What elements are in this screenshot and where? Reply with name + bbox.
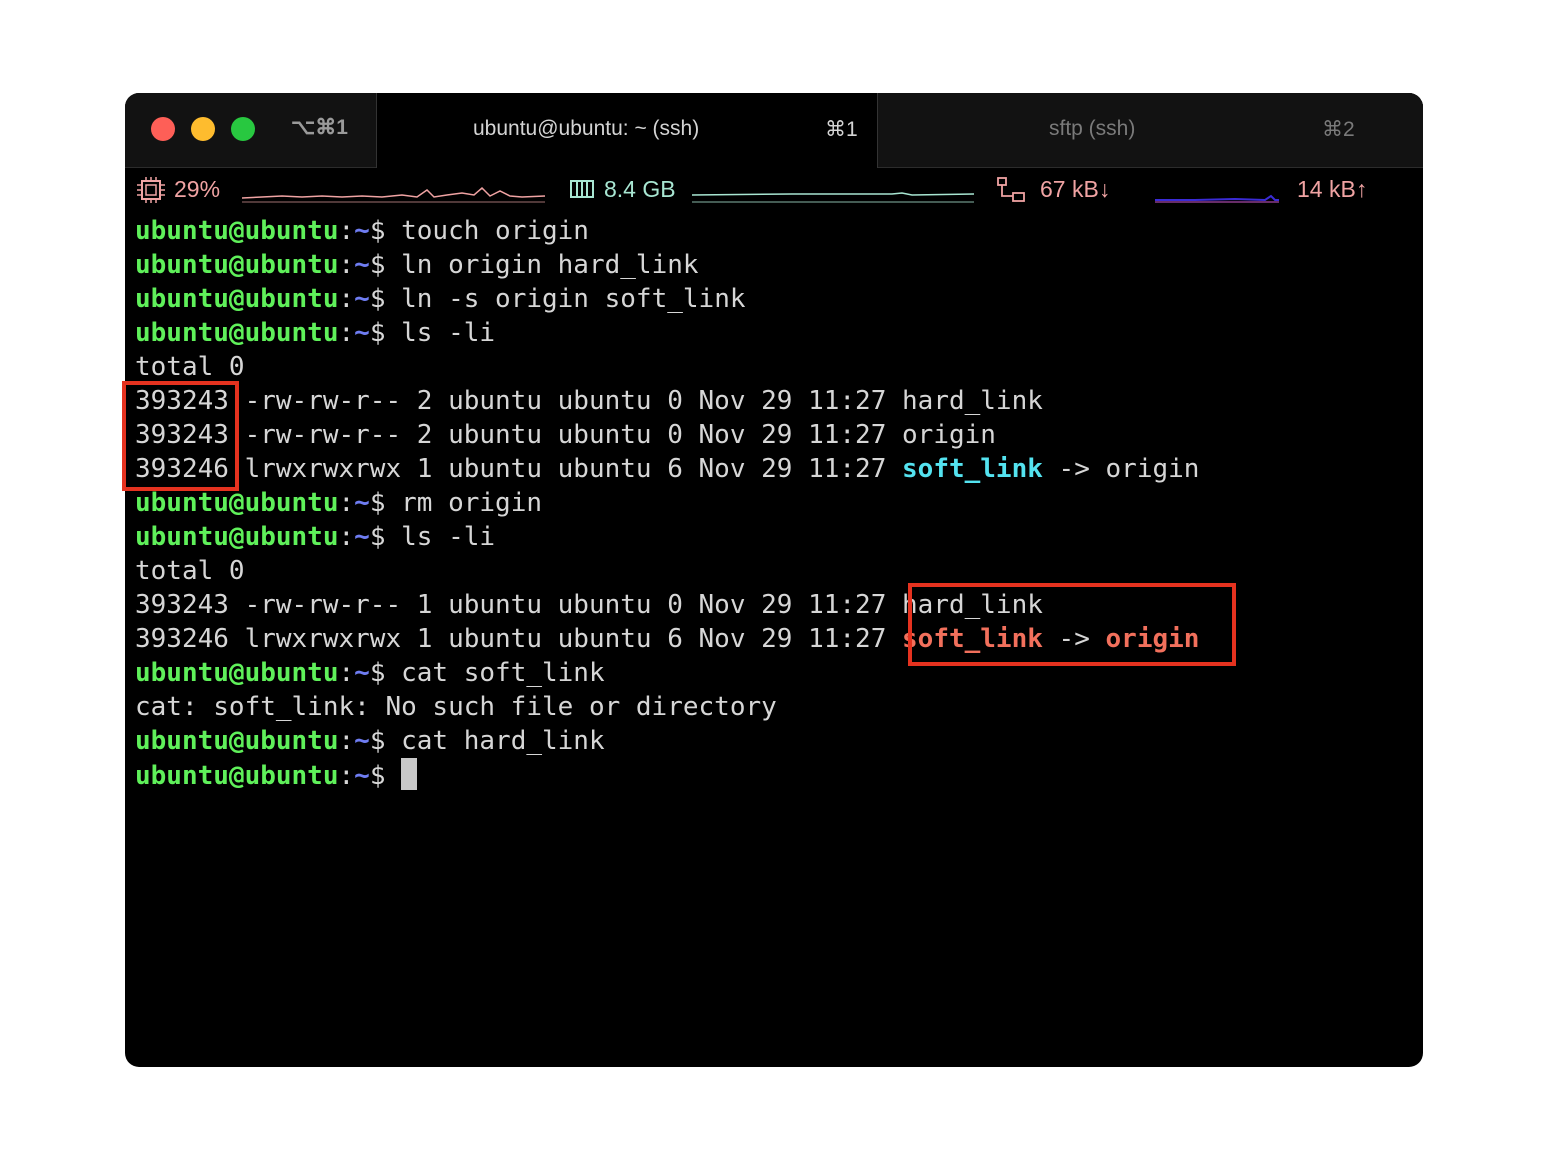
prompt-colon: :: [338, 216, 355, 246]
prompt-symbol: $: [369, 250, 402, 280]
file-attributes: -rw-rw-r-- 2 ubuntu ubuntu 0 Nov 29 11:2…: [228, 386, 903, 416]
prompt-symbol: $: [369, 284, 402, 314]
prompt-path: ~: [354, 726, 370, 756]
ls-entry: 393243 -rw-rw-r-- 2 ubuntu ubuntu 0 Nov …: [135, 418, 1415, 452]
prompt-user: ubuntu@ubuntu: [135, 284, 339, 314]
output-text: total 0: [135, 352, 245, 382]
prompt-user: ubuntu@ubuntu: [135, 761, 339, 791]
command-text: ln origin hard_link: [401, 250, 699, 280]
prompt-user: ubuntu@ubuntu: [135, 658, 339, 688]
output-text: cat: soft_link: No such file or director…: [135, 692, 777, 722]
command-text: cat soft_link: [401, 658, 605, 688]
net-upload-rate: 14 kB↑: [1297, 176, 1368, 202]
prompt-colon: :: [338, 250, 355, 280]
window-shortcut: ⌥⌘1: [291, 116, 348, 139]
memory-usage: 8.4 GB: [604, 176, 676, 202]
terminal-output[interactable]: ubuntu@ubuntu:~$ touch origin ubuntu@ubun…: [135, 214, 1415, 792]
file-attributes: lrwxrwxrwx 1 ubuntu ubuntu 6 Nov 29 11:2…: [228, 624, 903, 654]
command-text: ls -li: [401, 522, 496, 552]
prompt-path: ~: [354, 216, 370, 246]
terminal-window: ⌥⌘1 ubuntu@ubuntu: ~ (ssh) ⌘1 sftp (ssh)…: [125, 93, 1423, 1067]
prompt-user: ubuntu@ubuntu: [135, 318, 339, 348]
memory-graph: [692, 192, 974, 203]
prompt-user: ubuntu@ubuntu: [135, 488, 339, 518]
minimize-window-button[interactable]: [191, 117, 215, 141]
output-line: total 0: [135, 350, 1415, 384]
title-bar: ⌥⌘1 ubuntu@ubuntu: ~ (ssh) ⌘1 sftp (ssh)…: [125, 93, 1423, 168]
net-download-rate: 67 kB↓: [1040, 176, 1111, 202]
prompt-user: ubuntu@ubuntu: [135, 726, 339, 756]
prompt-user: ubuntu@ubuntu: [135, 216, 339, 246]
prompt-symbol: $: [369, 726, 402, 756]
command-line: ubuntu@ubuntu:~$ ln -s origin soft_link: [135, 282, 1415, 316]
prompt-user: ubuntu@ubuntu: [135, 250, 339, 280]
prompt-path: ~: [354, 318, 370, 348]
prompt-colon: :: [338, 522, 355, 552]
ls-entry: 393246 lrwxrwxrwx 1 ubuntu ubuntu 6 Nov …: [135, 452, 1415, 486]
memory-icon: [570, 180, 594, 198]
ls-entry: 393243 -rw-rw-r-- 2 ubuntu ubuntu 0 Nov …: [135, 384, 1415, 418]
tab-sftp[interactable]: sftp (ssh) ⌘2: [878, 93, 1423, 167]
file-attributes: lrwxrwxrwx 1 ubuntu ubuntu 6 Nov 29 11:2…: [228, 454, 903, 484]
prompt-path: ~: [354, 761, 370, 791]
prompt-symbol: $: [369, 761, 402, 791]
prompt-symbol: $: [369, 216, 402, 246]
file-name: origin: [902, 420, 996, 450]
file-name: soft_link: [902, 454, 1043, 484]
text-cursor: [401, 758, 418, 790]
command-text: ls -li: [401, 318, 496, 348]
prompt-path: ~: [354, 658, 370, 688]
tab-title: sftp (ssh): [1049, 117, 1136, 140]
prompt-colon: :: [338, 726, 355, 756]
command-text: ln -s origin soft_link: [401, 284, 746, 314]
prompt-path: ~: [354, 284, 370, 314]
file-attributes: -rw-rw-r-- 2 ubuntu ubuntu 0 Nov 29 11:2…: [228, 420, 903, 450]
cpu-usage: 29%: [174, 176, 221, 202]
link-arrow: ->: [1042, 454, 1106, 484]
prompt-symbol: $: [369, 488, 402, 518]
prompt-path: ~: [354, 488, 370, 518]
inode-highlight-box: [122, 381, 239, 491]
prompt-path: ~: [354, 250, 370, 280]
command-text: cat hard_link: [401, 726, 605, 756]
prompt-path: ~: [354, 522, 370, 552]
inode-number: 393246: [135, 624, 229, 654]
command-text: touch origin: [401, 216, 589, 246]
cpu-icon: [137, 177, 165, 203]
command-line: ubuntu@ubuntu:~$ touch origin: [135, 214, 1415, 248]
prompt-line: ubuntu@ubuntu:~$: [135, 758, 1415, 792]
output-text: total 0: [135, 556, 245, 586]
maximize-window-button[interactable]: [231, 117, 255, 141]
command-text: rm origin: [401, 488, 543, 518]
prompt-symbol: $: [369, 318, 402, 348]
prompt-user: ubuntu@ubuntu: [135, 522, 339, 552]
inode-number: 393243: [135, 590, 229, 620]
link-target: origin: [1105, 454, 1200, 484]
prompt-colon: :: [338, 658, 355, 688]
tab-ssh-ubuntu[interactable]: ubuntu@ubuntu: ~ (ssh) ⌘1: [376, 93, 878, 168]
prompt-colon: :: [338, 284, 355, 314]
dangling-link-highlight-box: [908, 583, 1236, 666]
command-line: ubuntu@ubuntu:~$ rm origin: [135, 486, 1415, 520]
tab-shortcut: ⌘1: [825, 118, 858, 141]
close-window-button[interactable]: [151, 117, 175, 141]
file-attributes: -rw-rw-r-- 1 ubuntu ubuntu 0 Nov 29 11:2…: [228, 590, 903, 620]
tab-shortcut: ⌘2: [1322, 118, 1355, 141]
file-name: hard_link: [902, 386, 1043, 416]
tab-title: ubuntu@ubuntu: ~ (ssh): [473, 117, 700, 140]
command-line: ubuntu@ubuntu:~$ ls -li: [135, 316, 1415, 350]
prompt-colon: :: [338, 488, 355, 518]
output-line: cat: soft_link: No such file or director…: [135, 690, 1415, 724]
command-line: ubuntu@ubuntu:~$ ln origin hard_link: [135, 248, 1415, 282]
prompt-symbol: $: [369, 658, 402, 688]
command-line: ubuntu@ubuntu:~$ cat hard_link: [135, 724, 1415, 758]
command-line: ubuntu@ubuntu:~$ ls -li: [135, 520, 1415, 554]
network-graph: [1155, 194, 1279, 203]
network-icon: [997, 177, 1025, 202]
cpu-graph: [242, 186, 545, 203]
prompt-colon: :: [338, 318, 355, 348]
status-bar: 29% 8.4 GB 67 kB↓ 14 kB↑: [125, 168, 1423, 208]
prompt-symbol: $: [369, 522, 402, 552]
prompt-colon: :: [338, 761, 355, 791]
